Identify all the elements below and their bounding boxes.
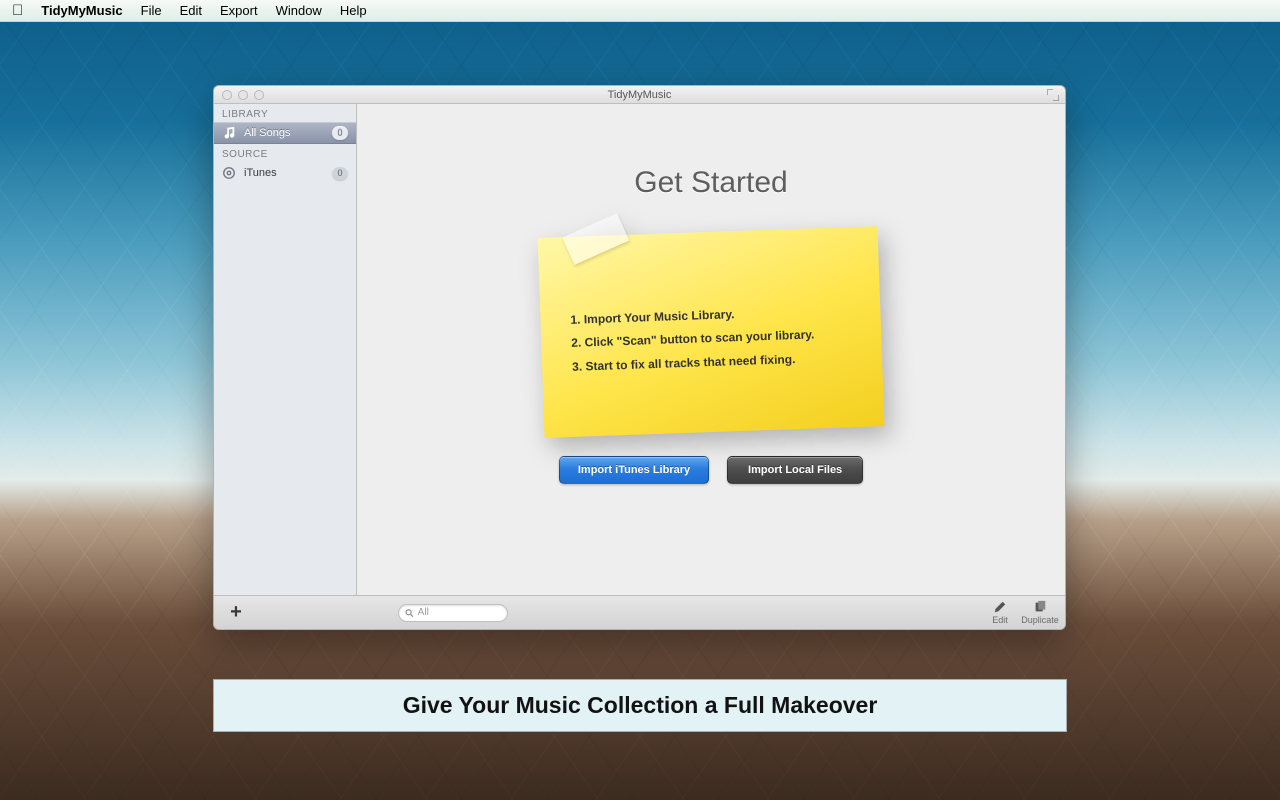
sidebar-item-all-songs[interactable]: All Songs 0 — [214, 122, 356, 144]
menu-help[interactable]: Help — [340, 3, 367, 18]
search-icon — [405, 608, 414, 618]
heading-get-started: Get Started — [357, 166, 1065, 200]
sidebar-section-source: SOURCE — [214, 144, 356, 162]
zoom-icon[interactable] — [254, 90, 264, 100]
menubar:  TidyMyMusic File Edit Export Window He… — [0, 0, 1280, 22]
main-content: Get Started 1. Import Your Music Library… — [357, 104, 1065, 595]
sidebar-item-itunes[interactable]: iTunes 0 — [214, 162, 356, 184]
edit-tool-button[interactable]: Edit — [985, 600, 1015, 625]
fullscreen-icon[interactable] — [1047, 89, 1059, 101]
apple-logo-icon[interactable]:  — [12, 3, 23, 18]
promo-caption: Give Your Music Collection a Full Makeov… — [213, 679, 1067, 732]
minimize-icon[interactable] — [238, 90, 248, 100]
window-title: TidyMyMusic — [214, 89, 1065, 101]
search-input[interactable] — [418, 607, 501, 618]
menu-export[interactable]: Export — [220, 3, 258, 18]
sticky-note: 1. Import Your Music Library. 2. Click "… — [541, 232, 881, 432]
duplicate-icon — [1032, 600, 1048, 614]
sidebar: LIBRARY All Songs 0 SOURCE iTunes 0 — [214, 104, 357, 595]
itunes-icon — [222, 166, 236, 180]
add-button[interactable]: + — [224, 601, 248, 624]
import-local-files-button[interactable]: Import Local Files — [727, 456, 863, 484]
bottom-toolbar: + Edit Duplicate — [214, 595, 1065, 629]
sidebar-item-label: All Songs — [244, 127, 290, 139]
titlebar[interactable]: TidyMyMusic — [214, 86, 1065, 104]
count-badge: 0 — [332, 126, 348, 140]
toolbar-label: Duplicate — [1021, 615, 1059, 625]
close-icon[interactable] — [222, 90, 232, 100]
menu-app-title[interactable]: TidyMyMusic — [41, 3, 122, 18]
duplicate-tool-button[interactable]: Duplicate — [1025, 600, 1055, 625]
sidebar-section-library: LIBRARY — [214, 104, 356, 122]
search-field[interactable] — [398, 604, 508, 622]
sidebar-item-label: iTunes — [244, 167, 277, 179]
pencil-icon — [992, 600, 1008, 614]
menu-file[interactable]: File — [141, 3, 162, 18]
tape-icon — [562, 213, 629, 265]
menu-window[interactable]: Window — [276, 3, 322, 18]
count-badge: 0 — [332, 166, 348, 180]
menu-edit[interactable]: Edit — [180, 3, 202, 18]
import-itunes-button[interactable]: Import iTunes Library — [559, 456, 709, 484]
music-note-icon — [222, 126, 236, 140]
toolbar-label: Edit — [992, 615, 1008, 625]
app-window: TidyMyMusic LIBRARY All Songs 0 SOURCE i… — [213, 85, 1066, 630]
